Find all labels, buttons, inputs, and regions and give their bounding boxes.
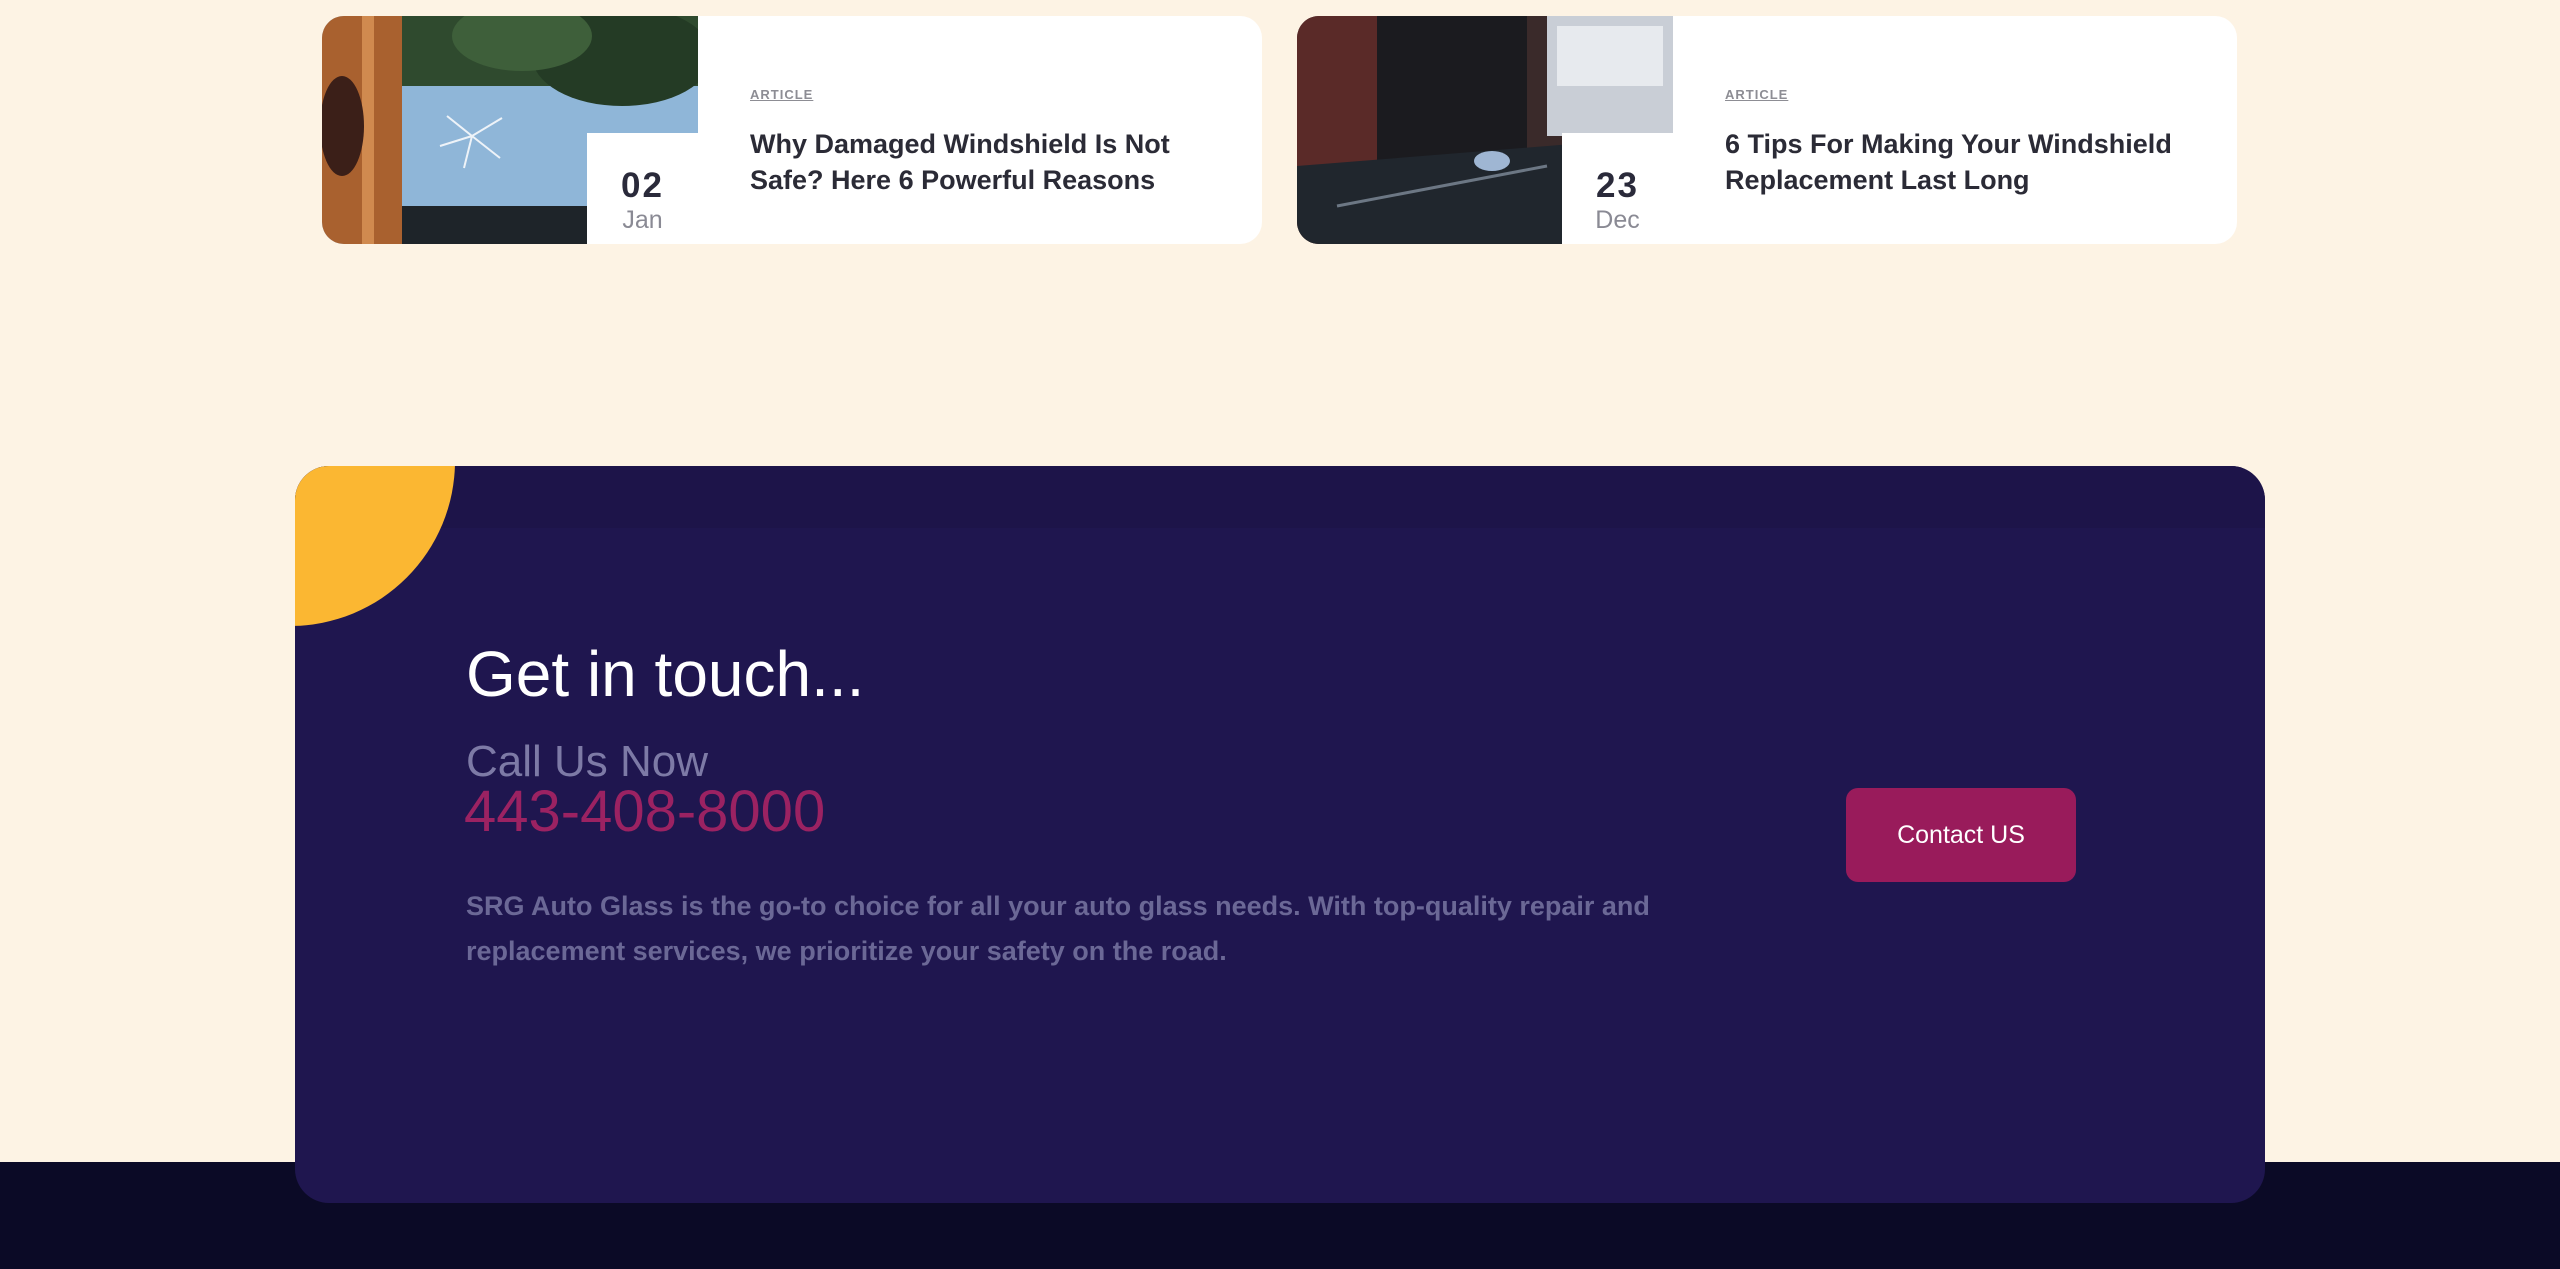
panel-top-shade <box>295 466 2265 528</box>
article-title[interactable]: 6 Tips For Making Your Windshield Replac… <box>1725 126 2195 198</box>
article-tag[interactable]: ARTICLE <box>1725 87 1788 102</box>
date-badge: 02 Jan <box>587 133 698 244</box>
contact-description: SRG Auto Glass is the go-to choice for a… <box>466 891 1650 966</box>
article-text: ARTICLE 6 Tips For Making Your Windshiel… <box>1725 86 2195 198</box>
article-title[interactable]: Why Damaged Windshield Is Not Safe? Here… <box>750 126 1220 198</box>
article-tag[interactable]: ARTICLE <box>750 87 813 102</box>
article-thumbnail[interactable]: 23 Dec <box>1297 16 1673 244</box>
date-day: 02 <box>621 166 664 205</box>
article-thumbnail[interactable]: 02 Jan <box>322 16 698 244</box>
date-month: Dec <box>1595 206 1640 234</box>
contact-us-button[interactable]: Contact US <box>1846 788 2076 882</box>
date-month: Jan <box>622 206 663 234</box>
date-day: 23 <box>1596 166 1639 205</box>
article-text: ARTICLE Why Damaged Windshield Is Not Sa… <box>750 86 1220 198</box>
article-card[interactable]: 02 Jan ARTICLE Why Damaged Windshield Is… <box>322 16 1262 244</box>
contact-panel: Get in touch... Call Us Now 443-408-8000… <box>295 466 2265 1203</box>
contact-heading: Get in touch... <box>466 638 865 710</box>
decorative-corner-circle <box>295 466 455 626</box>
phone-number[interactable]: 443-408-8000 <box>464 780 825 844</box>
date-badge: 23 Dec <box>1562 133 1673 244</box>
article-card[interactable]: 23 Dec ARTICLE 6 Tips For Making Your Wi… <box>1297 16 2237 244</box>
